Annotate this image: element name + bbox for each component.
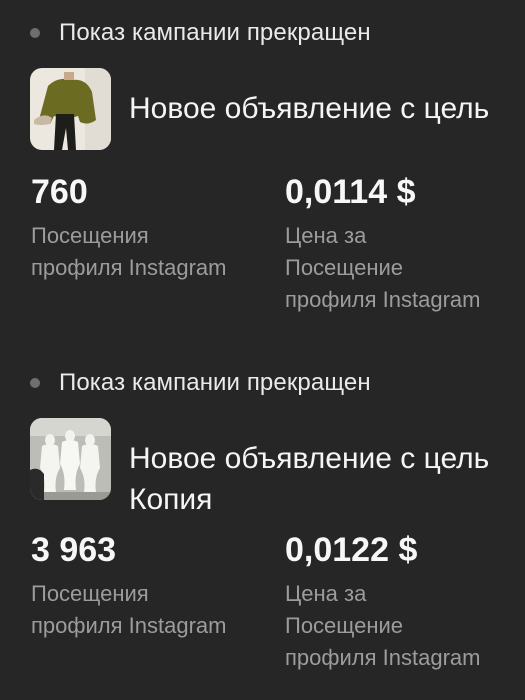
metric-visits-value: 760 xyxy=(31,173,88,211)
metric-cost-label: Цена за Посещение профиля Instagram xyxy=(285,578,480,674)
status-dot-icon xyxy=(30,378,40,388)
metric-label-line: профиля Instagram xyxy=(31,613,227,638)
ad-title[interactable]: Новое объявление с цель Копия xyxy=(129,438,525,520)
metric-visits-label: Посещения профиля Instagram xyxy=(31,220,226,284)
metric-cost-value: 0,0114 $ xyxy=(285,173,416,211)
metric-label-line: Посещения xyxy=(31,223,149,248)
campaign-card-1[interactable]: Показ кампании прекращен Новое объявлени… xyxy=(0,0,525,350)
ad-title-line: Копия xyxy=(129,483,213,516)
metric-label-line: Цена за xyxy=(285,223,367,248)
metric-label-line: Посещения xyxy=(31,581,149,606)
campaign-status-text: Показ кампании прекращен xyxy=(59,369,371,396)
ad-title-line: Новое объявление с цель xyxy=(129,92,490,125)
metric-cost-label: Цена за Посещение профиля Instagram xyxy=(285,220,480,316)
ad-thumbnail[interactable] xyxy=(30,418,111,500)
ad-photo-icon xyxy=(30,418,111,500)
metric-label-line: Цена за xyxy=(285,581,367,606)
status-dot-icon xyxy=(30,28,40,38)
metric-label-line: Посещение xyxy=(285,255,404,280)
metric-visits-label: Посещения профиля Instagram xyxy=(31,578,226,642)
ad-title[interactable]: Новое объявление с цель xyxy=(129,88,525,129)
metric-label-line: профиля Instagram xyxy=(31,255,227,280)
ad-title-line: Новое объявление с цель xyxy=(129,442,490,475)
metric-label-line: профиля Instagram xyxy=(285,645,481,670)
metric-label-line: Посещение xyxy=(285,613,404,638)
ad-photo-icon xyxy=(30,68,111,150)
metric-visits: 3 963 Посещения профиля Instagram xyxy=(31,530,226,642)
metric-visits: 760 Посещения профиля Instagram xyxy=(31,172,226,284)
campaign-status: Показ кампании прекращен xyxy=(30,18,371,48)
campaign-card-2[interactable]: Показ кампании прекращен Новое объявлени… xyxy=(0,350,525,700)
metric-cost: 0,0114 $ Цена за Посещение профиля Insta… xyxy=(285,172,480,316)
metric-cost: 0,0122 $ Цена за Посещение профиля Insta… xyxy=(285,530,480,674)
campaign-status: Показ кампании прекращен xyxy=(30,368,371,398)
ad-thumbnail[interactable] xyxy=(30,68,111,150)
metric-visits-value: 3 963 xyxy=(31,531,117,569)
campaign-status-text: Показ кампании прекращен xyxy=(59,19,371,46)
metric-cost-value: 0,0122 $ xyxy=(285,531,418,569)
metric-label-line: профиля Instagram xyxy=(285,287,481,312)
